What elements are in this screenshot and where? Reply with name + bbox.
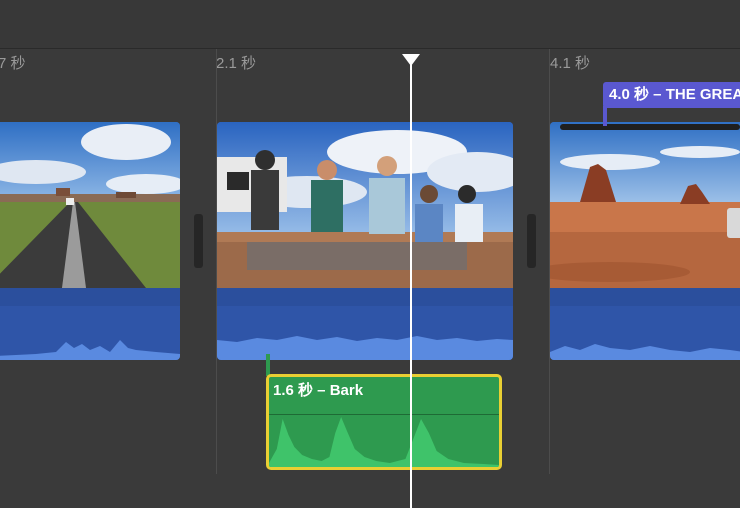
- timeline-toolbar: [0, 0, 740, 49]
- trim-handle-icon[interactable]: [194, 214, 203, 268]
- audio-clip-label: 1.6 秒 – Bark: [273, 382, 364, 399]
- ruler-tick-label: 7 秒: [0, 55, 26, 72]
- trim-handle-icon[interactable]: [727, 208, 740, 238]
- playhead[interactable]: [410, 60, 412, 508]
- clip-thumbnail: [0, 122, 180, 288]
- playhead-icon[interactable]: [402, 54, 420, 66]
- title-clip-bar[interactable]: [560, 124, 740, 130]
- video-clip-left[interactable]: [0, 122, 180, 360]
- clip-thumbnail: [550, 122, 740, 288]
- audio-connection-marker: [266, 354, 270, 376]
- audio-waveform: [269, 417, 499, 467]
- ruler-tick-label: 4.1 秒: [550, 55, 591, 72]
- trim-handle-icon[interactable]: [527, 214, 536, 268]
- clip-thumbnail: [217, 122, 513, 288]
- timeline-ruler[interactable]: 7 秒 2.1 秒 4.1 秒: [0, 49, 740, 73]
- clip-audio-waveform: [550, 288, 740, 360]
- title-clip-label[interactable]: 4.0 秒 – THE GREAT OUTDOORS: [603, 82, 740, 108]
- clip-audio-waveform: [217, 288, 513, 360]
- video-clip-right[interactable]: [550, 122, 740, 360]
- video-clip-middle[interactable]: [217, 122, 513, 360]
- ruler-tick-label: 2.1 秒: [216, 55, 257, 72]
- audio-clip-bark[interactable]: 1.6 秒 – Bark: [266, 374, 502, 470]
- clip-audio-waveform: [0, 288, 180, 360]
- title-clip-connector: [603, 106, 607, 126]
